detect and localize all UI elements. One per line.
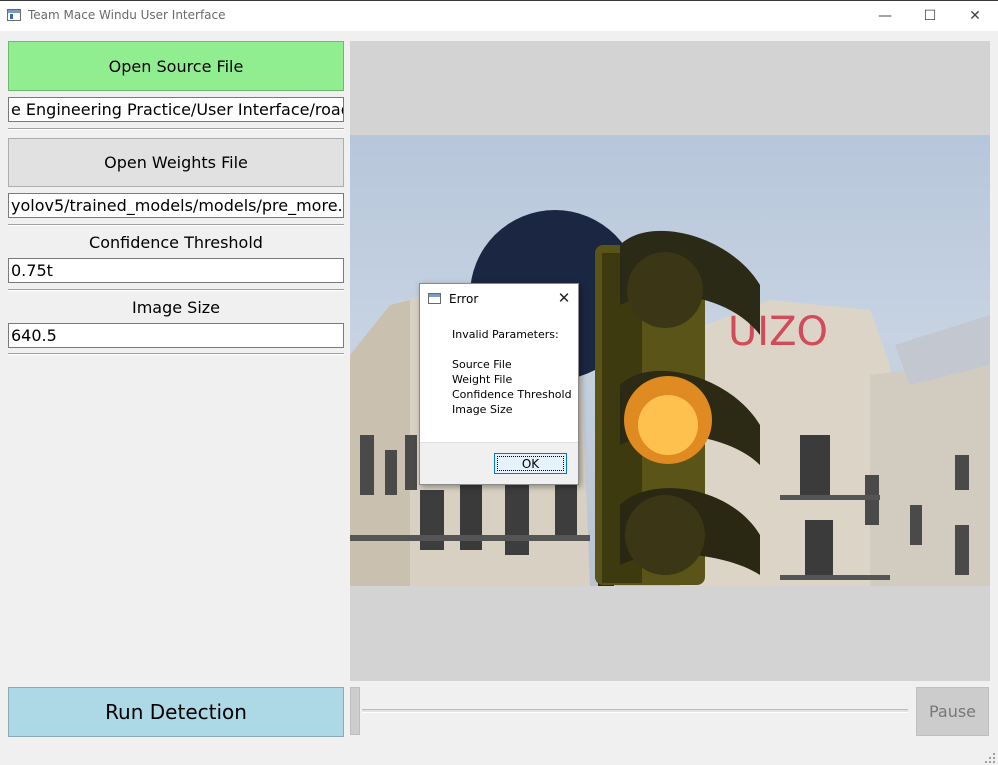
ok-button[interactable]: OK	[494, 453, 567, 474]
dialog-app-icon	[428, 293, 441, 304]
close-icon[interactable]: ✕	[952, 1, 998, 31]
dialog-message: Invalid Parameters: Source File Weight F…	[420, 314, 578, 442]
main-window: Team Mace Windu User Interface — ☐ ✕ Ope…	[0, 0, 998, 765]
window-title: Team Mace Windu User Interface	[28, 8, 226, 22]
error-item: Confidence Threshold	[452, 388, 572, 401]
error-item: Weight File	[452, 373, 513, 386]
pause-button[interactable]: Pause	[916, 687, 989, 736]
playback-slider-handle[interactable]	[350, 687, 360, 735]
dialog-title-bar: Error ✕	[420, 284, 578, 314]
dialog-title: Error	[449, 292, 479, 306]
run-detection-button[interactable]: Run Detection	[8, 687, 344, 737]
dialog-close-icon[interactable]: ✕	[554, 288, 574, 308]
image-size-field[interactable]: 640.5	[8, 323, 344, 348]
divider	[8, 353, 344, 355]
minimize-icon[interactable]: —	[862, 1, 908, 31]
divider	[8, 224, 344, 226]
app-icon	[7, 9, 21, 21]
dialog-footer: OK	[420, 442, 578, 484]
resize-grip-icon[interactable]	[984, 752, 996, 764]
source-path-field[interactable]: e Engineering Practice/User Interface/ro…	[8, 97, 344, 122]
open-source-file-button[interactable]: Open Source File	[8, 41, 344, 91]
error-item: Source File	[452, 358, 512, 371]
error-item: Image Size	[452, 403, 513, 416]
error-dialog: Error ✕ Invalid Parameters: Source File …	[419, 283, 579, 485]
title-bar: Team Mace Windu User Interface — ☐ ✕	[0, 1, 998, 31]
divider	[8, 289, 344, 291]
confidence-threshold-field[interactable]: 0.75t	[8, 258, 344, 283]
error-heading: Invalid Parameters:	[452, 328, 559, 341]
divider	[8, 128, 344, 130]
open-weights-file-button[interactable]: Open Weights File	[8, 138, 344, 187]
maximize-icon[interactable]: ☐	[907, 1, 953, 31]
playback-slider[interactable]	[362, 709, 908, 713]
weights-path-field[interactable]: yolov5/trained_models/models/pre_more.p	[8, 193, 344, 218]
confidence-threshold-label: Confidence Threshold	[89, 233, 263, 252]
image-size-label: Image Size	[131, 298, 221, 317]
